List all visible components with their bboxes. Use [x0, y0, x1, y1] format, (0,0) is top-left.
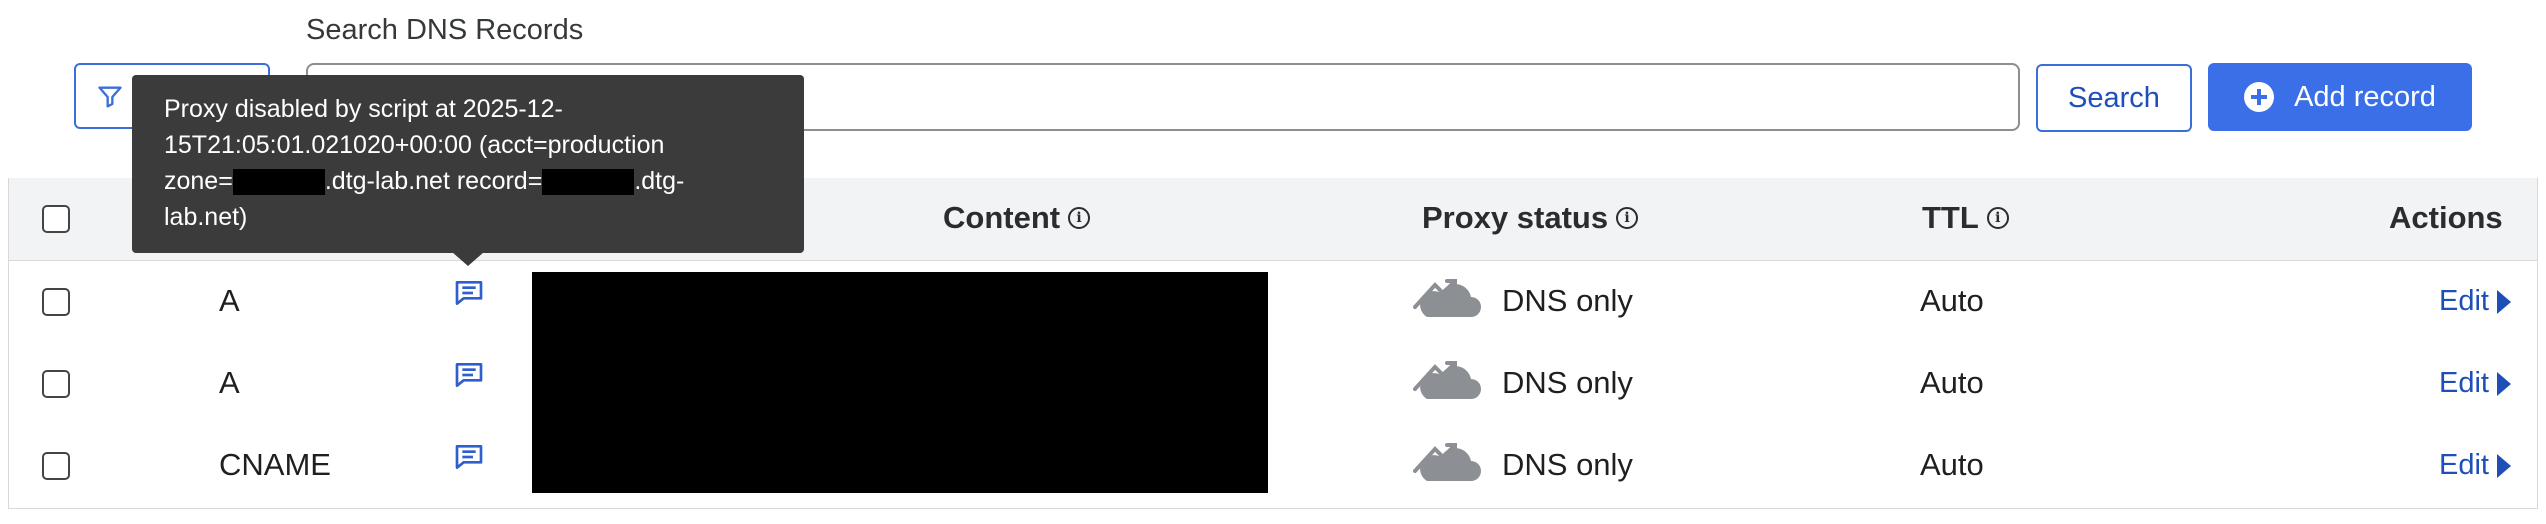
proxy-status: DNS only [1502, 283, 1633, 318]
actions-header: Actions [2389, 200, 2503, 236]
edit-link[interactable]: Edit [2439, 367, 2511, 400]
search-button-label: Search [2068, 81, 2160, 114]
tooltip-line-1: Proxy disabled by script at 2025-12- [164, 95, 563, 123]
info-icon[interactable]: i [1068, 207, 1091, 229]
proxy-status-header: Proxy status i [1422, 200, 1639, 236]
comment-icon[interactable] [453, 277, 485, 309]
info-icon[interactable]: i [1986, 207, 2009, 229]
tooltip-record-suffix: .dtg- [634, 167, 685, 195]
edit-link[interactable]: Edit [2439, 449, 2511, 482]
content-header: Content i [943, 200, 1091, 236]
cloud-off-icon [1413, 361, 1481, 399]
ttl-value: Auto [1920, 283, 1984, 318]
actions-header-label: Actions [2389, 200, 2503, 235]
proxy-status: DNS only [1502, 365, 1633, 400]
select-all-checkbox[interactable] [42, 205, 70, 233]
tooltip-record-prefix: .dtg-lab.net record= [324, 167, 543, 195]
caret-right-icon [2496, 289, 2511, 314]
row-checkbox[interactable] [42, 370, 70, 398]
edit-link[interactable]: Edit [2439, 285, 2511, 318]
table-row: A DNS only Auto Edit [9, 261, 2537, 344]
redacted-zone [232, 169, 325, 196]
row-checkbox[interactable] [42, 452, 70, 480]
tooltip-line-2: 15T21:05:01.021020+00:00 (acct=productio… [164, 131, 665, 159]
redacted-record [542, 169, 635, 196]
table-row: CNAME DNS only Auto Edit [9, 425, 2537, 507]
tooltip-line-4: lab.net) [164, 203, 248, 231]
proxy-status: DNS only [1502, 447, 1633, 482]
comment-icon[interactable] [453, 441, 485, 473]
ttl-value: Auto [1920, 447, 1984, 482]
ttl-header-label: TTL [1922, 200, 1979, 235]
redacted-content [532, 272, 1268, 493]
ttl-header: TTL i [1922, 200, 2009, 236]
filter-icon [98, 86, 122, 108]
ttl-value: Auto [1920, 365, 1984, 400]
edit-link-label: Edit [2439, 367, 2489, 399]
row-checkbox[interactable] [42, 288, 70, 316]
comment-icon[interactable] [453, 359, 485, 391]
table-row: A DNS only Auto Edit [9, 343, 2537, 426]
tooltip-line-3: zone= .dtg-lab.net record= .dtg- [164, 163, 774, 199]
record-type: A [219, 365, 240, 400]
content-header-label: Content [943, 200, 1061, 235]
edit-link-label: Edit [2439, 285, 2489, 317]
caret-right-icon [2496, 453, 2511, 478]
info-icon[interactable]: i [1616, 207, 1639, 229]
comment-tooltip: Proxy disabled by script at 2025-12- 15T… [132, 75, 804, 253]
plus-circle-icon [2244, 82, 2275, 112]
caret-right-icon [2496, 371, 2511, 396]
cloud-off-icon [1413, 443, 1481, 481]
proxy-status-header-label: Proxy status [1422, 200, 1609, 235]
edit-link-label: Edit [2439, 449, 2489, 481]
search-label: Search DNS Records [306, 14, 584, 46]
add-record-button[interactable]: Add record [2208, 63, 2472, 131]
search-button[interactable]: Search [2036, 64, 2192, 132]
record-type: A [219, 283, 240, 318]
tooltip-zone-prefix: zone= [164, 167, 233, 195]
add-record-label: Add record [2294, 80, 2436, 113]
cloud-off-icon [1413, 279, 1481, 317]
record-type: CNAME [219, 447, 331, 482]
tooltip-arrow [452, 252, 484, 266]
